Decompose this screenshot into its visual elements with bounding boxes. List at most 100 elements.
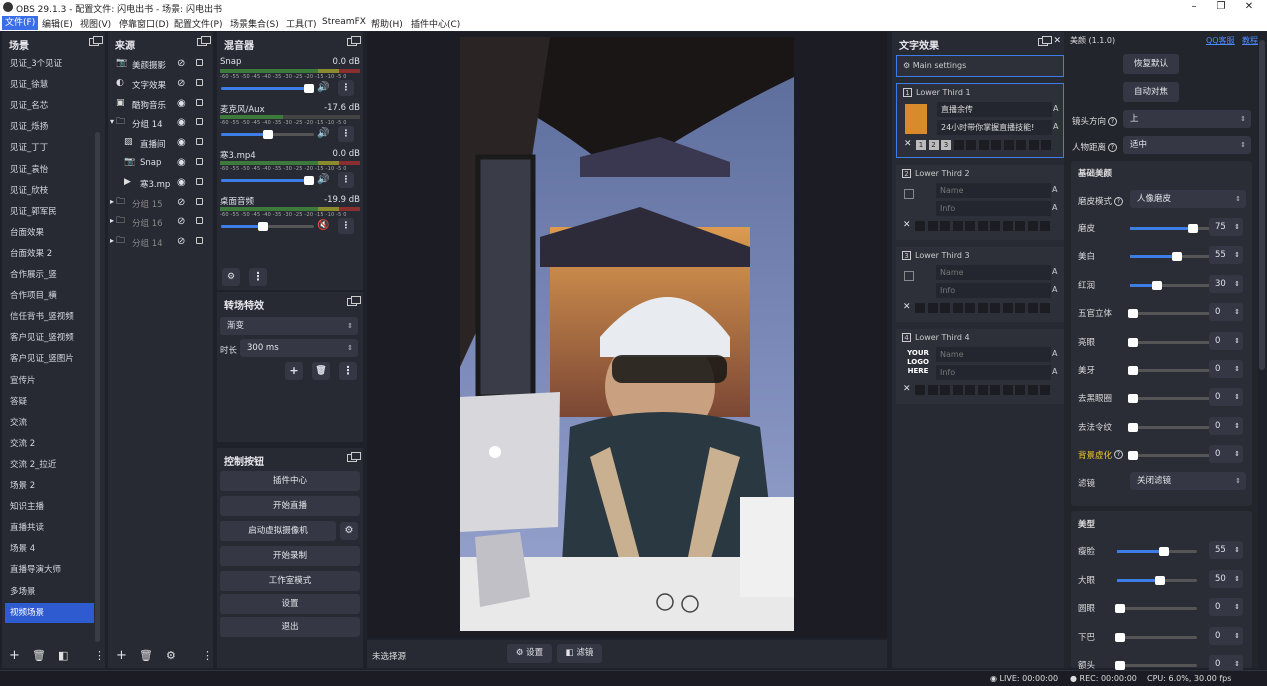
hotkey-slot[interactable] xyxy=(1028,140,1039,150)
menu-edit[interactable]: 编辑(E) xyxy=(42,17,73,30)
start-streaming-button[interactable]: 开始直播 xyxy=(220,496,360,516)
beauty-slider[interactable] xyxy=(1128,309,1210,319)
menu-help[interactable]: 帮助(H) xyxy=(371,17,403,30)
hidden-eye-icon[interactable]: ⊘ xyxy=(177,236,188,247)
start-recording-button[interactable]: 开始录制 xyxy=(220,546,360,566)
plugin-center-button[interactable]: 插件中心 xyxy=(220,471,360,491)
lower-third-info-field[interactable]: Info xyxy=(936,365,1051,380)
mixer-more-icon[interactable]: ⋮ xyxy=(249,268,267,286)
lens-direction-select[interactable]: 上 ⇕ xyxy=(1123,110,1251,128)
hotkey-slot[interactable] xyxy=(965,221,975,231)
font-icon[interactable]: A xyxy=(1053,104,1058,113)
distance-select[interactable]: 适中 ⇕ xyxy=(1123,136,1251,154)
scene-item[interactable]: 直播共读 xyxy=(5,518,93,538)
source-item[interactable]: ▶ 寒3.mp ◉ xyxy=(110,173,210,193)
slider-knob[interactable] xyxy=(1155,575,1165,585)
scene-item[interactable]: 交流 2_拉近 xyxy=(5,455,93,475)
volume-slider[interactable] xyxy=(221,222,314,231)
hotkey-slot[interactable] xyxy=(940,221,950,231)
transition-more-icon[interactable]: ⋮ xyxy=(339,362,357,380)
eye-icon[interactable]: ◉ xyxy=(177,157,188,168)
remove-source-icon[interactable]: 🗑 xyxy=(139,649,153,663)
minimize-icon[interactable]: – xyxy=(1187,1,1201,12)
beauty-slider[interactable] xyxy=(1130,252,1210,262)
remove-transition-icon[interactable]: 🗑 xyxy=(312,362,330,380)
scene-item[interactable]: 合作展示_竖 xyxy=(5,265,93,285)
main-settings-row[interactable]: ⚙ Main settings xyxy=(896,55,1064,77)
font-icon[interactable]: A xyxy=(1053,122,1058,131)
hotkey-slot[interactable] xyxy=(1040,385,1050,395)
add-source-icon[interactable]: + xyxy=(116,649,127,663)
source-item[interactable]: ▸ 🗀 分组 14 ⊘ xyxy=(110,232,210,252)
channel-menu-icon[interactable]: ⋮ xyxy=(338,126,354,142)
scene-item[interactable]: 多场景 xyxy=(5,582,93,602)
font-icon[interactable]: A xyxy=(1052,267,1057,276)
hotkey-slot[interactable] xyxy=(1040,221,1050,231)
slider-knob[interactable] xyxy=(1128,394,1138,404)
smoothing-mode-select[interactable]: 人像磨皮 ⇕ xyxy=(1130,190,1246,208)
lower-third-name-field[interactable]: Name xyxy=(936,265,1051,280)
hotkey-slot[interactable] xyxy=(927,303,938,313)
scene-more-icon[interactable]: ⋮ xyxy=(94,649,105,663)
scene-item[interactable]: 视频场景 xyxy=(5,602,94,623)
font-icon[interactable]: A xyxy=(1052,185,1057,194)
lower-third-name-field[interactable]: 直播余传 xyxy=(937,102,1052,117)
scene-item[interactable]: 见证_名芯 xyxy=(5,96,93,116)
reset-default-button[interactable]: 恢复默认 xyxy=(1123,54,1179,74)
lower-third-name-field[interactable]: Name xyxy=(936,347,1051,362)
slider-knob[interactable] xyxy=(1115,661,1125,670)
beauty-slider[interactable] xyxy=(1128,394,1210,404)
hotkey-slot[interactable] xyxy=(965,303,975,313)
hotkey-slot[interactable]: 3 xyxy=(941,140,951,150)
expand-chevron-icon[interactable]: ▸ xyxy=(110,197,114,206)
close-icon[interactable]: ✕ xyxy=(904,139,912,149)
beauty-slider[interactable] xyxy=(1128,366,1210,375)
beauty-value-spinbox[interactable]: 0 ⇕ xyxy=(1209,360,1243,378)
menu-docks[interactable]: 停靠窗口(D) xyxy=(119,17,169,30)
font-icon[interactable]: A xyxy=(1052,367,1057,376)
slider-knob[interactable] xyxy=(1128,366,1138,375)
slider-knob[interactable] xyxy=(257,222,268,231)
transition-select[interactable]: 渐变 ⇕ xyxy=(220,317,358,335)
source-item[interactable]: 📷 Snap ◉ xyxy=(110,153,210,173)
expand-chevron-icon[interactable]: ▸ xyxy=(110,236,114,245)
beauty-slider[interactable] xyxy=(1117,547,1197,556)
undock-icon[interactable] xyxy=(347,36,361,46)
slider-knob[interactable] xyxy=(1152,280,1162,290)
start-virtual-camera-button[interactable]: 启动虚拟摄像机 xyxy=(220,521,336,541)
scene-item[interactable]: 直播导演大师 xyxy=(5,560,93,580)
source-properties-icon[interactable]: ⚙ xyxy=(166,649,176,663)
beauty-value-spinbox[interactable]: 50 ⇕ xyxy=(1209,569,1243,588)
lower-third-info-field[interactable]: 24小时带你掌握直播技能! xyxy=(937,120,1052,135)
scene-item[interactable]: 见证_徐慧 xyxy=(5,75,93,95)
font-icon[interactable]: A xyxy=(1052,349,1057,358)
source-filters-button[interactable]: ◧ 滤镜 xyxy=(557,644,602,663)
hotkey-slot[interactable] xyxy=(1015,303,1025,313)
add-transition-icon[interactable]: + xyxy=(285,362,303,380)
slider-knob[interactable] xyxy=(1188,224,1198,233)
slider-knob[interactable] xyxy=(1128,337,1138,347)
hotkey-slot[interactable] xyxy=(915,385,925,395)
beauty-slider[interactable] xyxy=(1130,224,1210,233)
menu-streamfx[interactable]: StreamFX xyxy=(322,17,366,27)
slider-knob[interactable] xyxy=(1172,252,1182,262)
speaker-icon[interactable]: 🔊 xyxy=(317,174,329,185)
hotkey-slot[interactable]: 1 xyxy=(916,140,926,150)
hotkey-slot[interactable] xyxy=(978,140,989,150)
scene-item[interactable]: 知识主播 xyxy=(5,497,93,517)
hotkey-slot[interactable] xyxy=(977,221,988,231)
hotkey-slot[interactable] xyxy=(1040,303,1050,313)
beauty-value-spinbox[interactable]: 75 ⇕ xyxy=(1209,218,1243,236)
hidden-eye-icon[interactable]: ⊘ xyxy=(177,197,188,208)
duration-spinbox[interactable]: 300 ms ⇕ xyxy=(240,339,358,357)
hotkey-slot[interactable] xyxy=(991,140,1001,150)
mixer-settings-icon[interactable]: ⚙ xyxy=(222,268,240,286)
source-item[interactable]: 📷 美颜摄影 ⊘ xyxy=(110,54,210,74)
lock-icon[interactable] xyxy=(196,118,203,126)
hotkey-slot[interactable] xyxy=(990,385,1000,395)
hotkey-slot[interactable] xyxy=(1027,303,1038,313)
slider-knob[interactable] xyxy=(1128,309,1138,319)
close-icon[interactable]: ✕ xyxy=(1242,1,1256,12)
beauty-value-spinbox[interactable]: 0 ⇕ xyxy=(1209,598,1243,616)
beauty-slider[interactable] xyxy=(1128,451,1210,461)
